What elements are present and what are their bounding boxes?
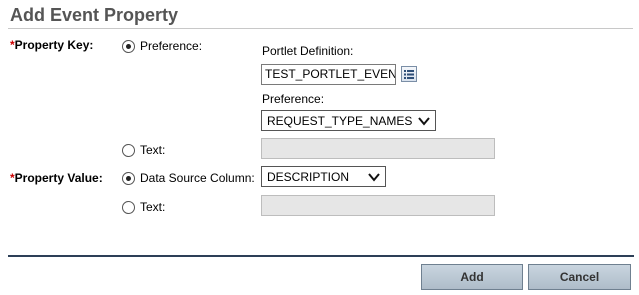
property-value-data-source-radio[interactable] [122,171,135,185]
chevron-down-icon [418,117,430,126]
property-value-label-text: Property Value: [14,171,103,185]
data-source-column-select-value: DESCRIPTION [267,169,350,184]
property-key-preference-radio-row[interactable]: Preference: [122,39,202,53]
property-key-text-input[interactable] [261,138,495,159]
chevron-down-icon [368,173,380,182]
property-value-text-radio[interactable] [122,200,135,214]
preference-select-value: REQUEST_TYPE_NAMES [267,113,413,128]
preference-label: Preference: [262,92,325,106]
property-key-text-label: Text: [140,143,166,157]
preference-select[interactable]: REQUEST_TYPE_NAMES [261,110,436,131]
dialog-title: Add Event Property [10,5,179,25]
property-value-text-label: Text: [140,200,166,214]
property-key-text-radio-row[interactable]: Text: [122,143,165,157]
list-lookup-icon[interactable] [401,66,417,82]
portlet-definition-label: Portlet Definition: [262,44,354,58]
data-source-column-select[interactable]: DESCRIPTION [261,166,386,187]
property-value-label: *Property Value: [10,171,103,185]
list-lookup-icon-graphic [404,70,414,79]
portlet-definition-input[interactable]: TEST_PORTLET_EVENT [261,64,396,85]
title-divider [8,28,633,29]
property-key-preference-label: Preference: [140,39,203,53]
property-value-text-input[interactable] [261,195,495,216]
property-value-text-radio-row[interactable]: Text: [122,200,165,214]
property-key-label: *Property Key: [10,38,93,52]
property-key-preference-radio[interactable] [122,39,135,53]
footer-divider [8,255,634,257]
add-button[interactable]: Add [421,264,523,290]
property-key-label-text: Property Key: [14,38,94,52]
cancel-button[interactable]: Cancel [528,264,631,290]
property-key-text-radio[interactable] [122,143,135,157]
property-value-data-source-radio-row[interactable]: Data Source Column: [122,171,255,185]
property-value-data-source-label: Data Source Column: [140,171,255,185]
